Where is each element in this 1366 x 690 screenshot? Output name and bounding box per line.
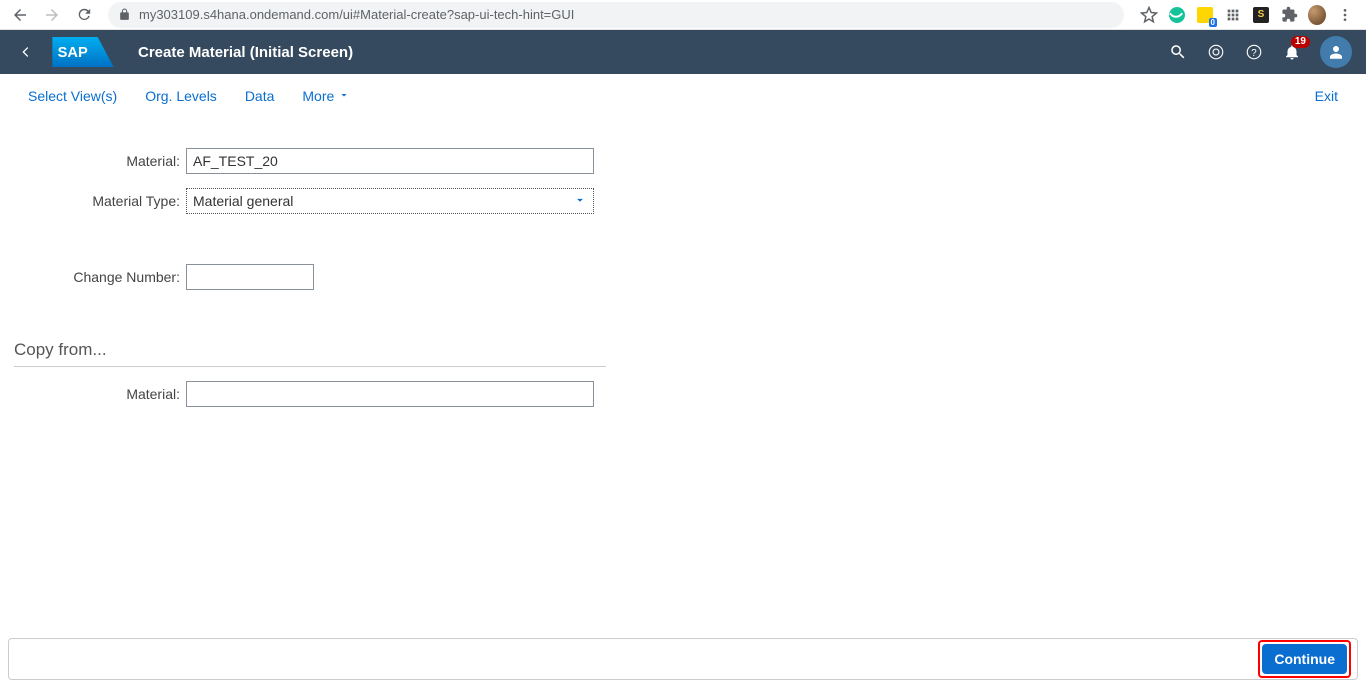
browser-url-text: my303109.s4hana.ondemand.com/ui#Material… xyxy=(139,7,574,22)
form-area: Material: Material Type: Material genera… xyxy=(0,118,1366,407)
help-icon[interactable]: ? xyxy=(1244,42,1264,62)
material-type-value: Material general xyxy=(193,193,293,209)
copilot-icon[interactable] xyxy=(1206,42,1226,62)
material-type-select[interactable]: Material general xyxy=(186,188,594,214)
browser-reload-button[interactable] xyxy=(72,3,96,27)
snow-extension-icon[interactable]: S xyxy=(1252,6,1270,24)
sap-back-button[interactable] xyxy=(14,40,38,64)
search-icon[interactable] xyxy=(1168,42,1188,62)
star-icon[interactable] xyxy=(1140,6,1158,24)
material-type-label: Material Type: xyxy=(14,193,186,209)
kebab-menu-icon[interactable] xyxy=(1336,6,1354,24)
yellow-note-icon[interactable]: 0 xyxy=(1196,6,1214,24)
app-toolbar: Select View(s) Org. Levels Data More Exi… xyxy=(0,74,1366,118)
copy-from-header: Copy from... xyxy=(14,340,606,367)
more-link[interactable]: More xyxy=(302,88,350,104)
change-number-input[interactable] xyxy=(186,264,314,290)
sap-shell-header: SAP Create Material (Initial Screen) ? 1… xyxy=(0,30,1366,74)
more-label: More xyxy=(302,88,334,104)
material-input[interactable] xyxy=(186,148,594,174)
notification-bell-icon[interactable]: 19 xyxy=(1282,42,1302,62)
page-title: Create Material (Initial Screen) xyxy=(138,44,353,61)
chevron-down-icon xyxy=(338,88,350,104)
notification-count-badge: 19 xyxy=(1291,36,1310,48)
browser-chrome-bar: my303109.s4hana.ondemand.com/ui#Material… xyxy=(0,0,1366,30)
apps-grid-icon[interactable] xyxy=(1224,6,1242,24)
yellow-note-badge: 0 xyxy=(1209,18,1217,27)
svg-text:?: ? xyxy=(1251,48,1257,59)
browser-address-bar[interactable]: my303109.s4hana.ondemand.com/ui#Material… xyxy=(108,2,1124,28)
user-avatar[interactable] xyxy=(1320,36,1352,68)
org-levels-link[interactable]: Org. Levels xyxy=(145,88,217,104)
browser-forward-button[interactable] xyxy=(40,3,64,27)
copy-material-label: Material: xyxy=(14,386,186,402)
copy-material-input[interactable] xyxy=(186,381,594,407)
select-views-link[interactable]: Select View(s) xyxy=(28,88,117,104)
exit-link[interactable]: Exit xyxy=(1315,88,1338,104)
browser-extension-area: 0 S xyxy=(1140,6,1358,24)
change-number-label: Change Number: xyxy=(14,269,186,285)
chevron-down-icon xyxy=(573,193,587,210)
material-label: Material: xyxy=(14,153,186,169)
grammarly-icon[interactable] xyxy=(1168,6,1186,24)
footer-bar: Continue xyxy=(8,638,1358,680)
lock-icon xyxy=(118,8,131,21)
extensions-puzzle-icon[interactable] xyxy=(1280,6,1298,24)
profile-avatar-icon[interactable] xyxy=(1308,6,1326,24)
browser-back-button[interactable] xyxy=(8,3,32,27)
continue-highlight: Continue xyxy=(1258,640,1351,678)
data-link[interactable]: Data xyxy=(245,88,275,104)
sap-logo[interactable]: SAP xyxy=(52,37,114,67)
svg-text:SAP: SAP xyxy=(58,45,88,61)
continue-button[interactable]: Continue xyxy=(1262,644,1347,674)
